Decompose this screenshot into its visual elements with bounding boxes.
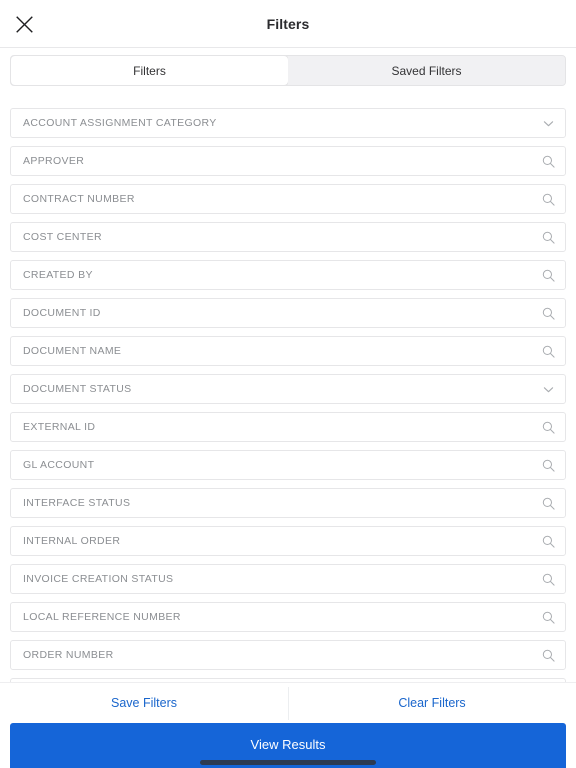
search-icon[interactable] — [541, 648, 555, 662]
filter-field-label: CREATED BY — [23, 269, 93, 281]
page-title: Filters — [266, 15, 310, 32]
filter-field-row[interactable]: INTERFACE STATUS — [10, 488, 566, 518]
filter-field-label: CONTRACT NUMBER — [23, 193, 135, 205]
filter-field-label: INTERNAL ORDER — [23, 535, 121, 547]
filter-field-row[interactable]: CREATED BY — [10, 260, 566, 290]
clear-filters-button[interactable]: Clear Filters — [288, 683, 576, 724]
filter-field-row[interactable]: INTERNAL ORDER — [10, 526, 566, 556]
filter-field-label: LOCAL REFERENCE NUMBER — [23, 611, 181, 623]
filter-field-label: INTERFACE STATUS — [23, 497, 131, 509]
filter-field-row[interactable]: DOCUMENT ID — [10, 298, 566, 328]
search-icon[interactable] — [541, 192, 555, 206]
filter-field-label: INVOICE CREATION STATUS — [23, 573, 174, 585]
search-icon[interactable] — [541, 230, 555, 244]
filter-field-row[interactable]: DOCUMENT STATUS — [10, 374, 566, 404]
filter-field-label: EXTERNAL ID — [23, 421, 96, 433]
search-icon[interactable] — [541, 154, 555, 168]
search-icon[interactable] — [541, 268, 555, 282]
filter-field-row[interactable]: CONTRACT NUMBER — [10, 184, 566, 214]
filter-field-label: GL ACCOUNT — [23, 459, 95, 471]
tab-filters-label: Filters — [133, 63, 166, 78]
filter-field-row[interactable]: EXTERNAL ID — [10, 412, 566, 442]
search-icon[interactable] — [541, 534, 555, 548]
filter-field-label: ORDER NUMBER — [23, 649, 114, 661]
tab-saved-filters-label: Saved Filters — [391, 63, 462, 78]
search-icon[interactable] — [541, 306, 555, 320]
filter-field-label: DOCUMENT NAME — [23, 345, 122, 357]
search-icon[interactable] — [541, 572, 555, 586]
search-icon[interactable] — [541, 420, 555, 434]
filter-field-label: ACCOUNT ASSIGNMENT CATEGORY — [23, 117, 217, 129]
filters-segmented-control: Filters Saved Filters — [10, 55, 566, 86]
filter-field-label: APPROVER — [23, 155, 85, 167]
filter-fields-list[interactable]: ACCOUNT ASSIGNMENT CATEGORY APPROVER CONTR… — [0, 100, 576, 682]
filter-field-row[interactable]: ORDER NUMBER — [10, 640, 566, 670]
home-indicator — [200, 760, 376, 765]
filter-field-row[interactable]: ACCOUNT ASSIGNMENT CATEGORY — [10, 108, 566, 138]
search-icon[interactable] — [541, 344, 555, 358]
filter-actions-bar: Save Filters Clear Filters — [0, 682, 576, 723]
filter-field-row[interactable]: INVOICE CREATION STATUS — [10, 564, 566, 594]
filter-field-row[interactable]: DOCUMENT NAME — [10, 336, 566, 366]
chevron-down-icon[interactable] — [541, 382, 555, 396]
tab-saved-filters[interactable]: Saved Filters — [288, 56, 565, 85]
action-divider — [288, 687, 289, 720]
chevron-down-icon[interactable] — [541, 116, 555, 130]
filter-field-label: COST CENTER — [23, 231, 102, 243]
filter-field-label: DOCUMENT STATUS — [23, 383, 132, 395]
filter-field-row[interactable]: LOCAL REFERENCE NUMBER — [10, 602, 566, 632]
search-icon[interactable] — [541, 610, 555, 624]
filter-field-row[interactable]: COST CENTER — [10, 222, 566, 252]
close-button[interactable] — [0, 0, 48, 48]
filter-field-row[interactable]: APPROVER — [10, 146, 566, 176]
tab-filters[interactable]: Filters — [11, 56, 288, 85]
close-icon — [15, 15, 33, 33]
search-icon[interactable] — [541, 496, 555, 510]
search-icon[interactable] — [541, 458, 555, 472]
filter-field-label: DOCUMENT ID — [23, 307, 101, 319]
modal-header: Filters — [0, 0, 576, 48]
filter-field-row[interactable]: GL ACCOUNT — [10, 450, 566, 480]
save-filters-button[interactable]: Save Filters — [0, 683, 288, 724]
